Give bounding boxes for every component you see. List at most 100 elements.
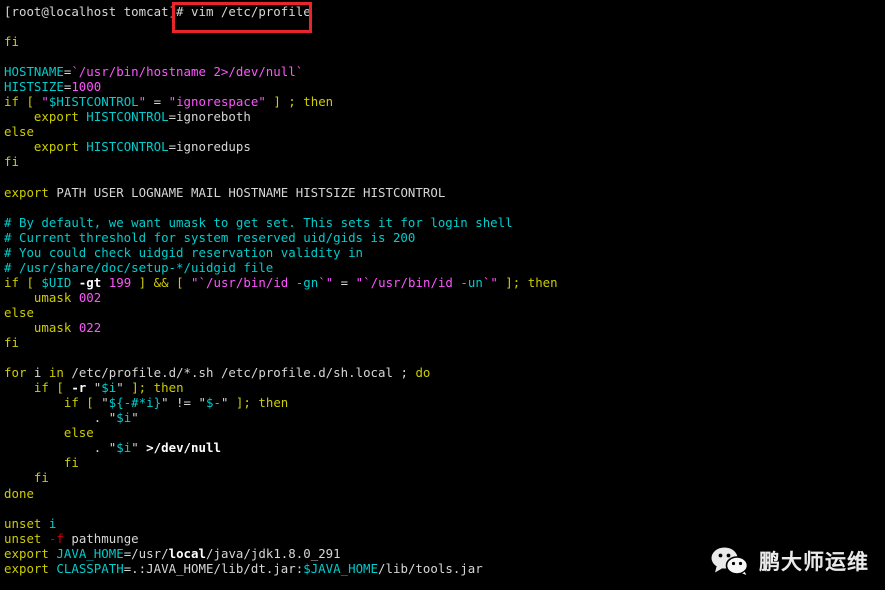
code-line-histsize: HISTSIZE=1000 [4, 79, 885, 94]
flag-un: -un [460, 274, 483, 290]
number-199: 199 [108, 274, 132, 290]
source-dot: . [93, 440, 109, 456]
code-line-unset-i: unset i [4, 516, 885, 531]
keyword-then: ]; then [228, 395, 289, 411]
value-umask-022: 022 [78, 319, 102, 335]
keyword-unset: unset [4, 515, 42, 531]
shell-prompt-line: [root@localhost tomcat]# vim /etc/profil… [4, 4, 885, 19]
code-line-if-readable: if [ -r "$i" ]; then [4, 380, 885, 395]
var-histcontrol: HISTCONTROL [86, 139, 169, 155]
var-histsize: HISTSIZE [4, 79, 64, 95]
keyword-umask: umask [33, 319, 72, 335]
code-line-export-path: export PATH USER LOGNAME MAIL HOSTNAME H… [4, 185, 885, 200]
keyword-export: export [33, 139, 79, 155]
code-line-source-i: . "$i" [4, 410, 885, 425]
watermark-text: 鹏大师运维 [759, 550, 869, 574]
profile-d-paths: /etc/profile.d/*.sh /etc/profile.d/sh.lo… [63, 365, 416, 381]
var-i: $i [116, 440, 132, 456]
redirect-devnull: >/dev/null [138, 440, 221, 456]
quote-open: " [101, 395, 109, 411]
keyword-fi: fi [63, 455, 79, 471]
comment-text: # /usr/share/doc/setup-*/uidgid file [4, 259, 274, 275]
keyword-if: if [ [63, 395, 102, 411]
var-i: $i [116, 410, 132, 426]
code-line-export-ignoredups: export HISTCONTROL=ignoredups [4, 139, 885, 154]
keyword-unset: unset [4, 530, 42, 546]
var-histcontrol: HISTCONTROL [86, 109, 169, 125]
code-line-export-ignoreboth: export HISTCONTROL=ignoreboth [4, 109, 885, 124]
function-pathmunge: pathmunge [63, 530, 139, 546]
terminal-window: [root@localhost tomcat]# vim /etc/profil… [0, 0, 885, 590]
comment-line-3: # You could check uidgid reservation val… [4, 245, 885, 260]
keyword-then: ] ; then [265, 94, 334, 110]
keyword-else: else [63, 425, 94, 441]
quote-close: " [161, 395, 169, 411]
shell-prompt: [root@localhost tomcat]# [4, 4, 184, 19]
keyword-else: else [4, 304, 34, 320]
keyword-fi: fi [33, 470, 49, 486]
quote-open: " [41, 94, 49, 110]
comment-line-2: # Current threshold for system reserved … [4, 230, 885, 245]
var-dash: $- [205, 395, 221, 411]
flag-f: -f [48, 530, 64, 546]
code-line-if-uid: if [ $UID -gt 199 ] && [ "`/usr/bin/id -… [4, 275, 885, 290]
string-ignorespace: "ignorespace" [168, 94, 266, 110]
quote-close: " [131, 440, 139, 456]
keyword-done: done [4, 485, 34, 501]
code-line-fi-3: fi [4, 455, 885, 470]
quote-close: " [490, 274, 498, 290]
operator-not-equal: != [168, 395, 199, 411]
comment-text: # Current threshold for system reserved … [4, 229, 416, 245]
quote-close: " [131, 410, 139, 426]
cmd-id-gn: `/usr/bin/id [198, 274, 296, 290]
comment-line-4: # /usr/share/doc/setup-*/uidgid file [4, 260, 885, 275]
keyword-then: ]; then [497, 274, 558, 290]
source-dot: . [93, 410, 109, 426]
flag-r: -r [71, 380, 87, 396]
wechat-icon [710, 546, 750, 576]
var-uid: $UID [41, 274, 72, 290]
code-line-if-histcontrol: if [ "$HISTCONTROL" = "ignorespace" ] ; … [4, 94, 885, 109]
backtick-close: ` [318, 274, 326, 290]
cmd-id-un: `/usr/bin/id [363, 274, 461, 290]
keyword-fi: fi [4, 154, 19, 170]
keyword-fi: fi [4, 335, 19, 351]
code-line-fi-4: fi [4, 470, 885, 485]
flag-gt: -gt [71, 274, 109, 290]
code-line-else-2: else [4, 305, 885, 320]
code-line-source-i-devnull: . "$i" >/dev/null [4, 440, 885, 455]
comment-text: # By default, we want umask to get set. … [4, 214, 513, 230]
code-line-for: for i in /etc/profile.d/*.sh /etc/profil… [4, 365, 885, 380]
keyword-umask: umask [33, 289, 72, 305]
keyword-then: ]; then [123, 380, 184, 396]
shell-command[interactable]: vim /etc/profile [184, 4, 311, 19]
flag-gn: -gn [295, 274, 319, 290]
path-prefix: =/usr/ [123, 545, 169, 561]
var-java-home-ref: $JAVA_HOME [303, 560, 379, 576]
value-hostname-cmd: `/usr/bin/hostname 2>/dev/null` [71, 64, 304, 80]
comment-text: # You could check uidgid reservation val… [4, 244, 364, 260]
terminal-screen[interactable]: [root@localhost tomcat]# vim /etc/profil… [0, 0, 885, 576]
keyword-export: export [33, 109, 79, 125]
code-line-umask-022: umask 022 [4, 320, 885, 335]
code-line-fi-2: fi [4, 335, 885, 350]
quote-open: " [191, 274, 199, 290]
code-line-fi-top: fi [4, 34, 885, 49]
code-line-fi-1: fi [4, 154, 885, 169]
code-line-done: done [4, 486, 885, 501]
value-ignoreboth: =ignoreboth [168, 109, 251, 125]
code-line-if-dash-expansion: if [ "${-#*i}" != "$-" ]; then [4, 395, 885, 410]
value-histsize: 1000 [71, 79, 102, 95]
